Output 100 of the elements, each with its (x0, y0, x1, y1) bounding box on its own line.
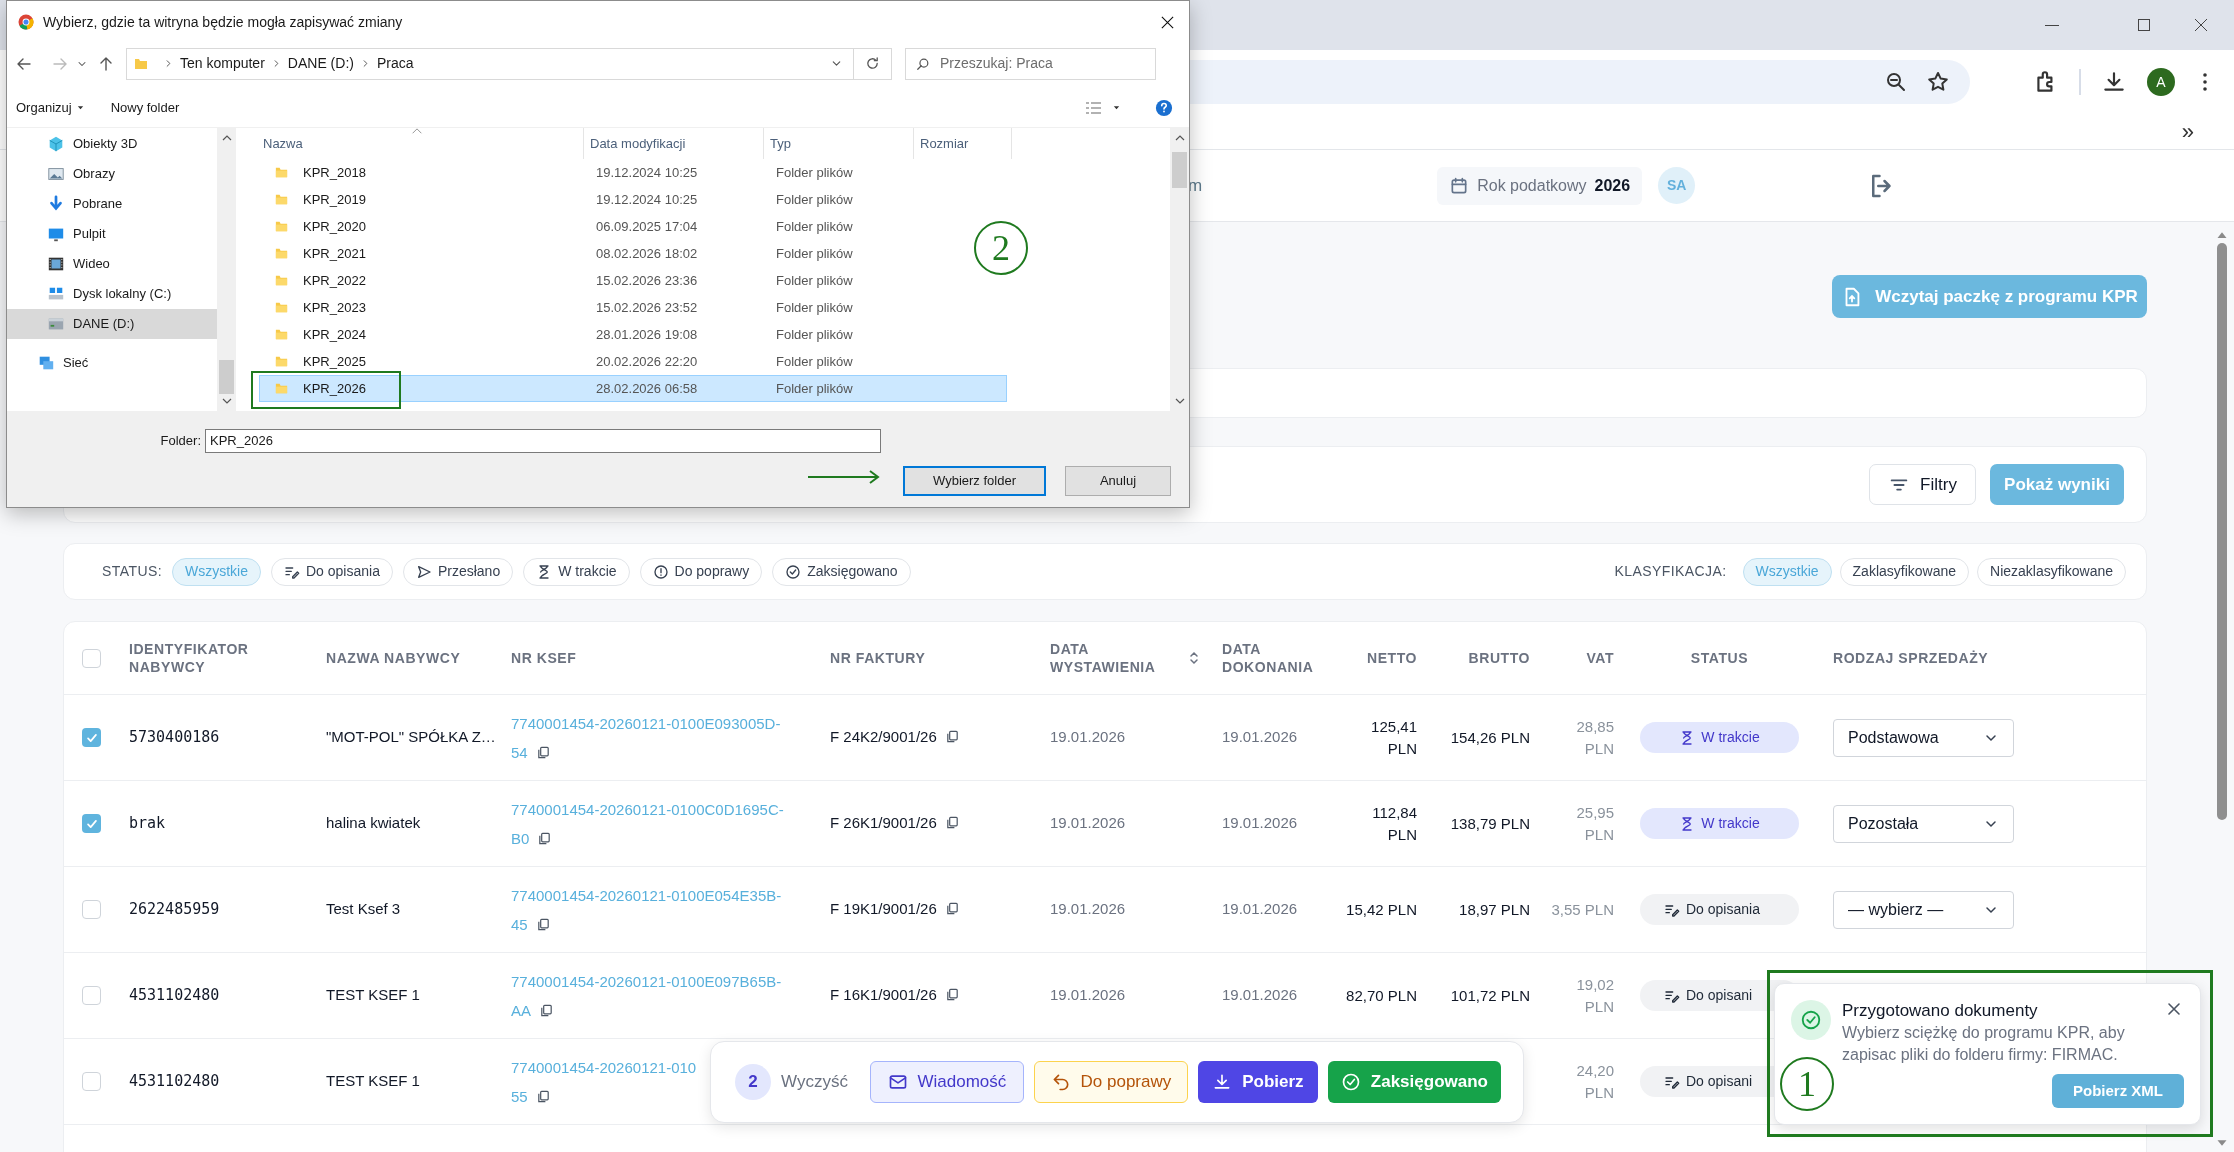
checkbox[interactable] (82, 728, 101, 747)
column-header[interactable]: Nazwa (263, 133, 303, 154)
copy-icon[interactable] (944, 815, 960, 831)
scrollbar-thumb[interactable] (219, 360, 234, 394)
minimize-icon (2045, 24, 2059, 26)
bookmarks-overflow-button[interactable]: » (2181, 120, 2194, 143)
filters-button[interactable]: Filtry (1869, 464, 1976, 505)
breadcrumb-item[interactable]: Praca (376, 53, 414, 74)
refresh-button[interactable] (854, 47, 892, 80)
toast-message: Wybierz sciężkę do programu KPR, aby zapisac pliki do folderu firmy: FIRMAC. (1842, 1023, 2126, 1065)
filter-chip[interactable]: Przesłano (402, 557, 514, 586)
scroll-down-icon[interactable] (221, 397, 232, 405)
scrollbar-thumb[interactable] (2217, 243, 2227, 820)
scroll-up-icon[interactable] (221, 134, 232, 142)
annotation-marker: 1 (1780, 1057, 1834, 1111)
nav-pane-item[interactable]: Sieć (7, 348, 217, 378)
zoom-out-icon[interactable] (1884, 70, 1908, 94)
calendar-icon (1449, 175, 1470, 196)
folder-icon (274, 192, 289, 207)
table-cell: 5730400186 (129, 728, 220, 747)
filter-chip[interactable]: Do poprawy (639, 557, 763, 586)
file-row[interactable]: KPR_2024 28.01.2026 19:08 Folder plików (259, 321, 860, 348)
filter-chip[interactable]: Zaklasyfikowane (1839, 557, 1970, 586)
selection-count-badge: 2 (735, 1064, 771, 1100)
table-cell: TEST KSEF 1 (326, 986, 420, 1004)
file-row[interactable]: KPR_2021 08.02.2026 18:02 Folder plików (259, 240, 860, 267)
filter-chip[interactable]: Zaksięgowano (772, 557, 911, 586)
checkbox[interactable] (82, 814, 101, 833)
table-cell: Test Ksef 3 (326, 900, 401, 918)
copy-icon[interactable] (537, 830, 553, 846)
scroll-down-icon[interactable] (1174, 397, 1185, 405)
table-cell: brak (129, 814, 166, 833)
checkbox[interactable] (82, 986, 101, 1005)
sale-type-dropdown[interactable]: Pozostała (1833, 804, 2014, 843)
copy-icon[interactable] (535, 916, 551, 932)
action-button[interactable]: Wiadomość (869, 1061, 1024, 1103)
file-row[interactable]: KPR_2020 06.09.2025 17:04 Folder plików (259, 213, 860, 240)
column-header[interactable]: DATA WYSTAWIENIA (1050, 640, 1202, 676)
new-folder-button[interactable]: Nowy folder (110, 97, 180, 118)
scrollbar-thumb[interactable] (1172, 152, 1187, 188)
nav-pane-item[interactable]: Obrazy (7, 159, 217, 189)
breadcrumb-item[interactable]: DANE (D:) (287, 53, 354, 74)
file-row[interactable]: KPR_2018 19.12.2024 10:25 Folder plików (259, 159, 860, 186)
table-cell-text: 138,79 PLN (1450, 813, 1530, 834)
annotation-marker: 2 (974, 221, 1028, 275)
nav-pane-item[interactable]: Pobrane (7, 189, 217, 219)
nav-pane-item[interactable]: Pulpit (7, 219, 217, 249)
sale-type-dropdown[interactable]: — wybierz — (1833, 890, 2014, 929)
profile-avatar[interactable]: A (2147, 68, 2175, 96)
folder-name-field[interactable]: KPR_2026 (205, 429, 881, 453)
file-row[interactable]: KPR_2025 20.02.2026 22:20 Folder plików (259, 348, 860, 375)
copy-icon[interactable] (535, 1088, 551, 1104)
scroll-up-icon[interactable] (2216, 230, 2228, 239)
action-button[interactable]: Do poprawy (1033, 1061, 1188, 1103)
scroll-up-icon[interactable] (1174, 134, 1185, 142)
file-row[interactable]: KPR_2026 28.02.2026 06:58 Folder plików (259, 375, 1007, 402)
help-icon[interactable] (1155, 98, 1173, 117)
close-icon[interactable] (1160, 14, 1175, 30)
action-button[interactable]: Pobierz (1197, 1061, 1318, 1103)
table-cell: F 26K1/9001/26 (830, 814, 937, 832)
checkbox[interactable] (82, 1072, 101, 1091)
cancel-button[interactable]: Anuluj (1065, 466, 1171, 496)
file-row[interactable]: KPR_2023 15.02.2026 23:52 Folder plików (259, 294, 860, 321)
table-cell-text: 19,02 PLN (1575, 974, 1614, 1017)
table-cell-text: 15,42 PLN (1346, 899, 1417, 920)
search-field[interactable]: Przeszukaj: Praca (905, 47, 1156, 80)
address-field[interactable]: Ten komputer DANE (D:) Praca (126, 47, 854, 80)
status-badge: Do opisania (1640, 894, 1799, 925)
filter-chip[interactable]: Do opisania (271, 557, 393, 586)
column-header[interactable]: Data modyfikacji (590, 133, 686, 154)
choose-folder-button[interactable]: Wybierz folder (903, 466, 1046, 496)
scroll-down-icon[interactable] (2216, 1139, 2228, 1148)
mail-icon (887, 1072, 908, 1092)
nav-pane-item[interactable]: DANE (D:) (7, 309, 217, 339)
copy-icon[interactable] (944, 901, 960, 917)
checkbox[interactable] (82, 648, 101, 668)
clear-button[interactable]: Wyczyść (781, 1069, 848, 1095)
nav-pane-item[interactable]: Wideo (7, 249, 217, 279)
copy-icon[interactable] (539, 1002, 554, 1018)
up-arrow-icon[interactable] (98, 55, 114, 72)
folder-icon (274, 300, 289, 315)
organize-button[interactable]: Organizuj (16, 97, 85, 118)
close-icon[interactable] (2166, 1001, 2182, 1017)
sale-type-dropdown[interactable]: Podstawowa (1833, 718, 2014, 757)
checkbox[interactable] (82, 900, 101, 919)
nav-pane-item[interactable]: Obiekty 3D (7, 129, 217, 159)
folder-icon (274, 246, 289, 261)
nav-pane-item[interactable]: Dysk lokalny (C:) (7, 279, 217, 309)
filter-chip[interactable]: W trakcie (523, 557, 630, 586)
star-icon[interactable] (1926, 70, 1950, 94)
copy-icon[interactable] (944, 729, 960, 745)
copy-icon[interactable] (944, 987, 960, 1003)
breadcrumb-item[interactable]: Ten komputer (180, 53, 265, 74)
column-header[interactable]: Rozmiar (920, 133, 969, 154)
column-header[interactable]: Typ (770, 133, 791, 154)
copy-icon[interactable] (535, 744, 551, 760)
file-row[interactable]: KPR_2019 19.12.2024 10:25 Folder plików (259, 186, 860, 213)
file-row[interactable]: KPR_2022 15.02.2026 23:36 Folder plików (259, 267, 860, 294)
tax-year-selector[interactable]: Rok podatkowy 2026 (1437, 166, 1643, 205)
filter-chip[interactable]: Niezaklasyfikowane (1977, 557, 2126, 586)
